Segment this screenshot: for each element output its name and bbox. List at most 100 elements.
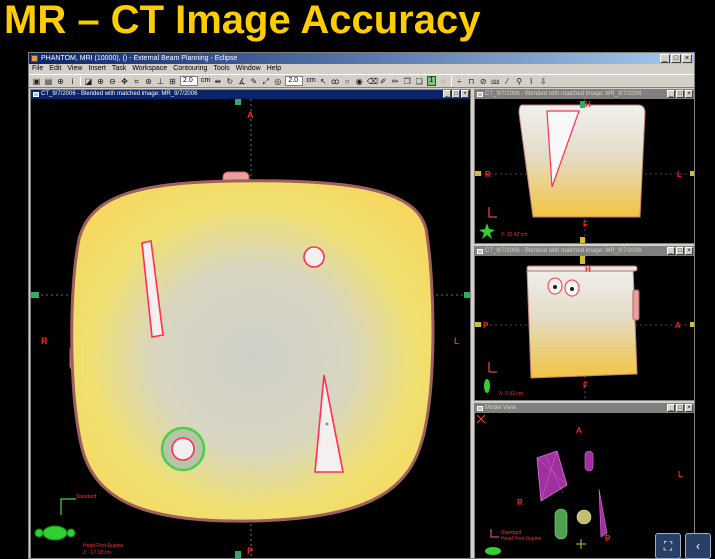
pane-restore-button[interactable]: □: [452, 90, 460, 98]
maximize-button[interactable]: □: [671, 54, 681, 63]
sagittal-view-pane[interactable]: CT_9/7/2006 - Blended with matched image…: [474, 246, 695, 401]
grid-icon[interactable]: ⊞: [168, 77, 177, 86]
eraser-icon[interactable]: ⌫: [367, 77, 378, 86]
crosshair-marker-bottom[interactable]: [235, 551, 241, 559]
orientation-label-right: R: [517, 498, 523, 507]
eclipse-window: PHANTOM, MRI (10000), () - External Beam…: [28, 52, 695, 559]
pane-minimize-button[interactable]: _: [667, 404, 675, 412]
coronal-view-titlebar[interactable]: CT_9/7/2006 - Blended with matched image…: [475, 90, 694, 99]
crosshair-marker-top[interactable]: [580, 256, 585, 264]
copy-icon[interactable]: ❐: [403, 77, 412, 86]
menu-help[interactable]: Help: [267, 64, 281, 74]
circle-tool-icon[interactable]: ◎: [273, 77, 282, 86]
crosshair-icon[interactable]: ⊛: [144, 77, 153, 86]
pane-restore-button[interactable]: □: [676, 90, 684, 98]
margin-icon[interactable]: ⊘: [479, 77, 488, 86]
pointer-icon[interactable]: ↖: [319, 77, 328, 86]
zoom-out-icon[interactable]: ⊖: [108, 77, 117, 86]
orientation-axis-icon: [490, 529, 499, 538]
split-icon[interactable]: ÷: [455, 77, 464, 86]
circle-contour[interactable]: [303, 246, 325, 268]
info-icon[interactable]: i: [68, 77, 77, 86]
save-icon[interactable]: ▤: [44, 77, 53, 86]
transverse-view-titlebar[interactable]: CT_9/7/2006 - Blended with matched image…: [31, 90, 470, 99]
model-triangle-structure[interactable]: [536, 450, 568, 502]
ring-inner-contour[interactable]: [171, 437, 195, 461]
menu-insert[interactable]: Insert: [88, 64, 106, 74]
toolbar-separator: [80, 76, 81, 86]
brush-size-field[interactable]: 2.0: [285, 76, 304, 86]
orientation-label-anterior: A: [576, 426, 582, 435]
crosshair-marker-right[interactable]: [464, 292, 471, 298]
ruler-icon[interactable]: ⊥: [156, 77, 165, 86]
measure-icon[interactable]: ⤢: [261, 77, 270, 86]
model-rod-structure[interactable]: [584, 450, 594, 472]
fit-icon[interactable]: ⌗: [132, 77, 141, 86]
angle-icon[interactable]: ∡: [237, 77, 246, 86]
pane-close-button[interactable]: ×: [685, 90, 693, 98]
crosshair-marker-left[interactable]: [475, 171, 481, 176]
crosshair-marker-bottom[interactable]: [580, 237, 585, 244]
menu-window[interactable]: Window: [236, 64, 261, 74]
menu-workspace[interactable]: Workspace: [132, 64, 167, 74]
pane-minimize-button[interactable]: _: [667, 90, 675, 98]
edit-icon[interactable]: ⁄: [503, 77, 512, 86]
model-view-titlebar[interactable]: Model View _ □ ×: [475, 404, 694, 413]
zoom-in-icon[interactable]: ⊕: [96, 77, 105, 86]
rotate-icon[interactable]: ↻: [225, 77, 234, 86]
pane-close-button[interactable]: ×: [461, 90, 469, 98]
draw-icon[interactable]: ✐: [379, 77, 388, 86]
coronal-view-title: CT_9/7/2006 - Blended with matched image…: [485, 91, 642, 97]
open-icon[interactable]: ▣: [32, 77, 41, 86]
pane-restore-button[interactable]: □: [676, 404, 684, 412]
menu-contouring[interactable]: Contouring: [173, 64, 207, 74]
sagittal-view-titlebar[interactable]: CT_9/7/2006 - Blended with matched image…: [475, 247, 694, 256]
move-icon[interactable]: ⇹: [213, 77, 222, 86]
pane-close-button[interactable]: ×: [685, 247, 693, 255]
pane-minimize-button[interactable]: _: [443, 90, 451, 98]
pan-icon[interactable]: ✥: [120, 77, 129, 86]
close-button[interactable]: ×: [682, 54, 692, 63]
menu-task[interactable]: Task: [112, 64, 126, 74]
sagittal-image[interactable]: [475, 256, 695, 401]
pane-minimize-button[interactable]: _: [667, 247, 675, 255]
extract-icon[interactable]: ⇩: [539, 77, 548, 86]
menu-file[interactable]: File: [32, 64, 43, 74]
fill-icon[interactable]: ◉: [355, 77, 364, 86]
menu-edit[interactable]: Edit: [49, 64, 61, 74]
window-titlebar[interactable]: PHANTOM, MRI (10000), () - External Beam…: [29, 53, 694, 64]
pencil-icon[interactable]: ✏: [391, 77, 400, 86]
orientation-axis-icon: [488, 207, 497, 218]
brush-icon[interactable]: ✎: [249, 77, 258, 86]
crosshair-marker-left[interactable]: [475, 322, 481, 327]
minimize-button[interactable]: _: [660, 54, 670, 63]
crosshair-marker-right[interactable]: [690, 171, 695, 176]
menu-tools[interactable]: Tools: [213, 64, 229, 74]
smooth-icon[interactable]: ⌇: [527, 77, 536, 86]
slice-count-field[interactable]: 1: [426, 76, 436, 86]
boolean-icon[interactable]: ⊓: [467, 77, 476, 86]
pane-close-button[interactable]: ×: [685, 404, 693, 412]
fit-screen-icon[interactable]: ⛶: [655, 533, 681, 559]
menu-view[interactable]: View: [67, 64, 82, 74]
transverse-view-pane[interactable]: CT_9/7/2006 - Blended with matched image…: [30, 89, 471, 559]
crosshair-marker-top[interactable]: [235, 99, 241, 105]
paste-icon[interactable]: ❏: [415, 77, 424, 86]
wand-icon[interactable]: ⚲: [515, 77, 524, 86]
grid-size-field[interactable]: 2.0: [180, 76, 198, 86]
pane-restore-button[interactable]: □: [676, 247, 684, 255]
chevron-left-icon[interactable]: ‹: [685, 533, 711, 559]
coronal-view-pane[interactable]: CT_9/7/2006 - Blended with matched image…: [474, 89, 695, 244]
crosshair-marker-right[interactable]: [690, 322, 695, 327]
model-sphere-structure[interactable]: [576, 509, 592, 525]
undo-icon[interactable]: ◌: [439, 77, 448, 86]
transverse-image[interactable]: [31, 99, 471, 559]
model-wedge-structure[interactable]: [598, 488, 608, 538]
structure-icon[interactable]: ⅏: [491, 77, 500, 86]
target-icon[interactable]: ⊕: [56, 77, 65, 86]
lasso-icon[interactable]: ꝏ: [331, 77, 340, 86]
crosshair-marker-left[interactable]: [31, 292, 39, 298]
window-level-icon[interactable]: ◪: [84, 77, 93, 86]
model-ring-structure[interactable]: [554, 508, 568, 540]
contour-icon[interactable]: ○: [343, 77, 352, 86]
